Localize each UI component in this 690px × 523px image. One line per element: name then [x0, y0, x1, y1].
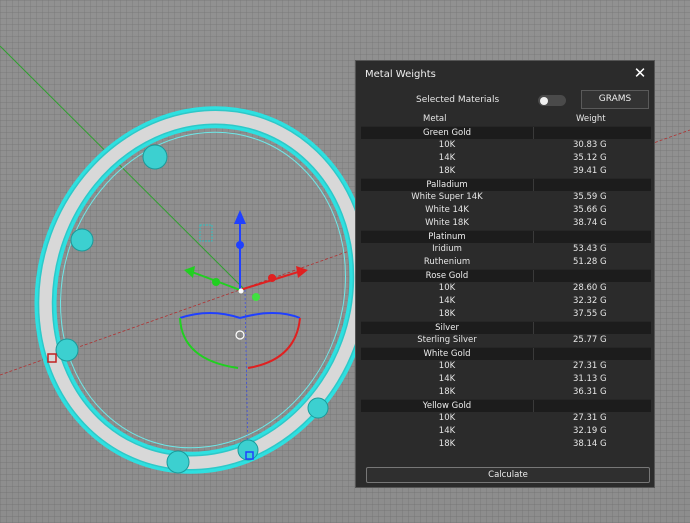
metal-weight: 32.19 G [573, 426, 607, 436]
table-row: Iridium 53.43 G [361, 243, 651, 256]
metal-weight: 28.60 G [573, 283, 607, 293]
table-row: Ruthenium 51.28 G [361, 256, 651, 269]
metal-weight: 35.12 G [573, 153, 607, 163]
table-row: 18K 37.55 G [361, 308, 651, 321]
table-row: 10K 30.83 G [361, 139, 651, 152]
table-row: 18K 38.14 G [361, 438, 651, 451]
metal-weight: 27.31 G [573, 413, 607, 423]
metal-weight: 38.74 G [573, 218, 607, 228]
metal-name: White 14K [425, 205, 469, 215]
column-header-weight: Weight [576, 114, 606, 124]
metal-name: 10K [438, 413, 456, 423]
group-name: Yellow Gold [422, 401, 472, 411]
metal-weight: 27.31 G [573, 361, 607, 371]
group-header: Green Gold [361, 126, 651, 139]
group-divider [533, 179, 534, 191]
group-name: Green Gold [423, 128, 471, 138]
metal-name: 18K [438, 387, 456, 397]
group-divider [533, 270, 534, 282]
column-header-metal: Metal [423, 114, 447, 124]
metal-weight: 31.13 G [573, 374, 607, 384]
weights-table: Metal Weight Green Gold 10K 30.83 G 14K 35.1… [361, 113, 651, 451]
metal-name: 18K [438, 166, 456, 176]
metal-name: White Super 14K [411, 192, 483, 202]
metal-name: 10K [438, 283, 456, 293]
group-divider [533, 322, 534, 334]
metal-weight: 53.43 G [573, 244, 607, 254]
metal-name: 18K [438, 439, 456, 449]
close-icon[interactable]: ✕ [632, 65, 648, 81]
group-header: Palladium [361, 178, 651, 191]
metal-name: 14K [438, 153, 456, 163]
table-row: 10K 27.31 G [361, 360, 651, 373]
metal-weight: 36.31 G [573, 387, 607, 397]
table-row: 14K 35.12 G [361, 152, 651, 165]
metal-weight: 35.66 G [573, 205, 607, 215]
table-row: White Super 14K 35.59 G [361, 191, 651, 204]
group-name: Platinum [428, 232, 466, 242]
metal-weight: 51.28 G [573, 257, 607, 267]
group-header: Rose Gold [361, 269, 651, 282]
panel-header: Metal Weights ✕ [356, 61, 654, 87]
table-row: 14K 32.32 G [361, 295, 651, 308]
metal-weight: 37.55 G [573, 309, 607, 319]
selected-materials-toggle[interactable] [538, 95, 566, 106]
panel-title: Metal Weights [365, 69, 436, 80]
group-divider [533, 127, 534, 139]
table-row: White 18K 38.74 G [361, 217, 651, 230]
metal-weight: 30.83 G [573, 140, 607, 150]
metal-name: 18K [438, 309, 456, 319]
metal-weight: 35.59 G [573, 192, 607, 202]
group-name: Palladium [426, 180, 468, 190]
group-name: Silver [435, 323, 459, 333]
metal-name: Iridium [432, 244, 462, 254]
group-divider [533, 400, 534, 412]
table-row: 10K 27.31 G [361, 412, 651, 425]
metal-weight: 25.77 G [573, 335, 607, 345]
calculate-button[interactable]: Calculate [366, 467, 650, 483]
table-row: 14K 31.13 G [361, 373, 651, 386]
metal-name: 14K [438, 296, 456, 306]
units-button[interactable]: GRAMS [581, 90, 649, 109]
selected-materials-label: Selected Materials [416, 95, 500, 105]
metal-name: 10K [438, 361, 456, 371]
table-row: 10K 28.60 G [361, 282, 651, 295]
metal-weight: 39.41 G [573, 166, 607, 176]
group-header: White Gold [361, 347, 651, 360]
table-row: 14K 32.19 G [361, 425, 651, 438]
table-row: 18K 39.41 G [361, 165, 651, 178]
table-header: Metal Weight [361, 113, 651, 126]
table-row: 18K 36.31 G [361, 386, 651, 399]
group-header: Silver [361, 321, 651, 334]
group-divider [533, 348, 534, 360]
metal-name: 10K [438, 140, 456, 150]
group-divider [533, 231, 534, 243]
group-header: Yellow Gold [361, 399, 651, 412]
group-name: Rose Gold [425, 271, 469, 281]
metal-weight: 38.14 G [573, 439, 607, 449]
metal-weight: 32.32 G [573, 296, 607, 306]
group-header: Platinum [361, 230, 651, 243]
metal-name: Sterling Silver [417, 335, 477, 345]
metal-name: 14K [438, 374, 456, 384]
metal-weights-panel: Metal Weights ✕ Selected Materials GRAMS… [355, 60, 655, 488]
metal-name: 14K [438, 426, 456, 436]
metal-name: Ruthenium [423, 257, 471, 267]
table-row: White 14K 35.66 G [361, 204, 651, 217]
toggle-knob [540, 96, 548, 105]
metal-name: White 18K [425, 218, 469, 228]
table-row: Sterling Silver 25.77 G [361, 334, 651, 347]
group-name: White Gold [423, 349, 471, 359]
